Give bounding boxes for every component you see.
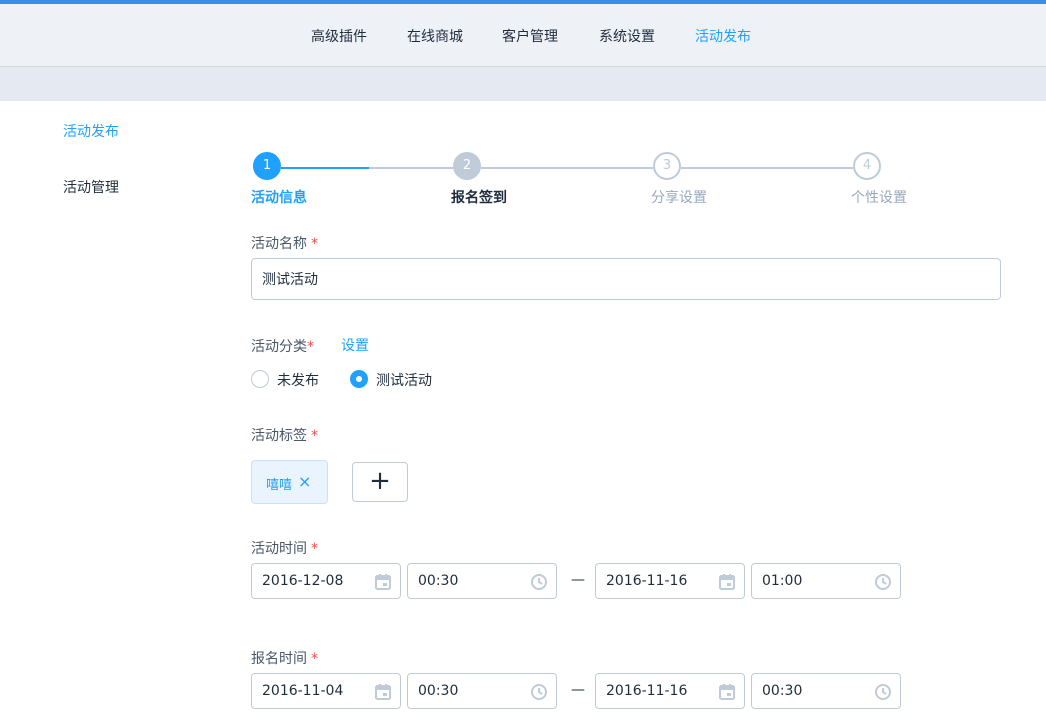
calendar-icon	[719, 684, 735, 700]
radio-test-activity[interactable]: 测试活动	[350, 369, 450, 389]
step-1-title: 活动信息	[251, 190, 307, 206]
picker-value: 00:30	[418, 683, 459, 699]
required-mark: *	[311, 651, 318, 667]
signup-end-time-picker[interactable]: 00:30	[751, 673, 901, 709]
range-separator: —	[571, 682, 585, 698]
clock-icon	[875, 684, 891, 700]
step-line-3	[681, 167, 853, 169]
activity-start-date-picker[interactable]: 2016-12-08	[251, 563, 401, 599]
picker-value: 2016-11-16	[606, 573, 688, 589]
activity-end-date-picker[interactable]: 2016-11-16	[595, 563, 745, 599]
activity-tags-label: 活动标签 *	[251, 428, 318, 444]
picker-value: 2016-11-16	[606, 683, 688, 699]
picker-value: 00:30	[762, 683, 803, 699]
radio-label: 测试活动	[376, 373, 432, 389]
radio-unpublished[interactable]: 未发布	[251, 369, 331, 389]
step-2-title: 报名签到	[451, 190, 507, 206]
clock-icon	[531, 684, 547, 700]
activity-name-input[interactable]	[251, 258, 1001, 300]
signup-start-time-picker[interactable]: 00:30	[407, 673, 557, 709]
step-1-icon: 1	[253, 152, 281, 180]
nav-online-mall[interactable]: 在线商城	[407, 26, 463, 46]
required-mark: *	[311, 236, 318, 252]
radio-circle-checked	[350, 370, 368, 388]
activity-start-time-picker[interactable]: 00:30	[407, 563, 557, 599]
signup-time-label: 报名时间 *	[251, 651, 318, 667]
main-content: 1 2 3 4 活动信息 报名签到 分享设置 个性设置 活动名称* 活动分类* …	[180, 101, 1046, 725]
calendar-icon	[375, 574, 391, 590]
required-mark: *	[307, 339, 314, 355]
step-line-2	[481, 167, 653, 169]
picker-value: 2016-12-08	[262, 573, 344, 589]
nav-system-settings[interactable]: 系统设置	[599, 26, 655, 46]
activity-time-label: 活动时间 *	[251, 541, 318, 557]
picker-value: 2016-11-04	[262, 683, 344, 699]
calendar-icon	[719, 574, 735, 590]
radio-circle	[251, 370, 269, 388]
picker-value: 00:30	[418, 573, 459, 589]
category-settings-link[interactable]: 设置	[341, 335, 369, 355]
picker-value: 01:00	[762, 573, 803, 589]
add-tag-button[interactable]: +	[352, 462, 408, 502]
clock-icon	[875, 574, 891, 590]
calendar-icon	[375, 684, 391, 700]
sub-header-bar	[0, 67, 1046, 101]
top-nav-bar: 高级插件 在线商城 客户管理 系统设置 活动发布	[0, 4, 1046, 67]
range-separator: —	[571, 572, 585, 588]
sidebar: 活动发布 活动管理	[0, 101, 180, 725]
activity-category-label: 活动分类*	[251, 339, 314, 355]
step-line-done	[281, 167, 369, 169]
nav-customer-management[interactable]: 客户管理	[502, 26, 558, 46]
step-line-1	[369, 167, 453, 169]
sidebar-item-activity-publish[interactable]: 活动发布	[63, 121, 119, 141]
tag-item: 嘻嘻 ×	[251, 460, 328, 504]
signup-start-date-picker[interactable]: 2016-11-04	[251, 673, 401, 709]
required-mark: *	[311, 428, 318, 444]
signup-end-date-picker[interactable]: 2016-11-16	[595, 673, 745, 709]
step-3-title: 分享设置	[651, 190, 707, 206]
step-2-icon: 2	[453, 152, 481, 180]
activity-name-label: 活动名称 *	[251, 236, 318, 252]
radio-label: 未发布	[277, 373, 319, 389]
step-3-icon: 3	[653, 152, 681, 180]
nav-activity-publish[interactable]: 活动发布	[695, 26, 751, 46]
step-4-icon: 4	[853, 152, 881, 180]
close-icon[interactable]: ×	[298, 472, 311, 491]
step-4-title: 个性设置	[851, 190, 907, 206]
clock-icon	[531, 574, 547, 590]
required-mark: *	[311, 541, 318, 557]
tag-label: 嘻嘻	[266, 478, 293, 493]
nav-advanced-plugins[interactable]: 高级插件	[311, 26, 367, 46]
sidebar-item-activity-management[interactable]: 活动管理	[63, 177, 119, 197]
activity-end-time-picker[interactable]: 01:00	[751, 563, 901, 599]
